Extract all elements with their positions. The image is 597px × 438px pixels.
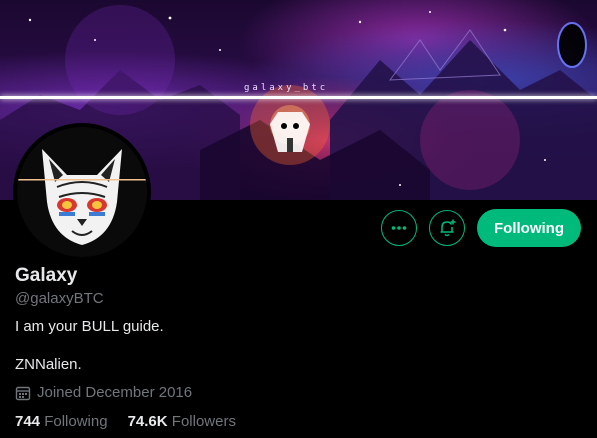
more-button[interactable] (381, 210, 418, 246)
following-button[interactable]: Following (477, 209, 581, 247)
ellipsis-icon (391, 226, 407, 230)
following-stat[interactable]: 744 Following (15, 413, 108, 430)
joined-date: Joined December 2016 (15, 384, 192, 401)
avatar-cat-icon (17, 127, 147, 257)
followers-count: 74.6K (127, 413, 168, 430)
following-label: Following (44, 413, 108, 430)
profile-bio-line2: ZNNalien. (15, 356, 82, 373)
followers-label: Followers (171, 413, 236, 430)
profile-stats: 744 Following 74.6K Followers (15, 413, 256, 430)
profile-handle: @galaxyBTC (15, 290, 104, 307)
banner-text: galaxy_btc (244, 83, 329, 93)
bell-plus-icon (440, 219, 456, 237)
profile-bio-line1: I am your BULL guide. (15, 318, 164, 335)
profile-name: Galaxy (15, 265, 78, 286)
following-count: 744 (15, 413, 41, 430)
joined-text: Joined December 2016 (37, 384, 193, 401)
followers-stat[interactable]: 74.6K Followers (128, 413, 236, 430)
avatar[interactable] (13, 123, 151, 261)
profile-actions: Following (381, 209, 581, 247)
notifications-button[interactable] (429, 210, 466, 246)
calendar-icon (15, 385, 31, 401)
banner-light-line (0, 96, 597, 99)
